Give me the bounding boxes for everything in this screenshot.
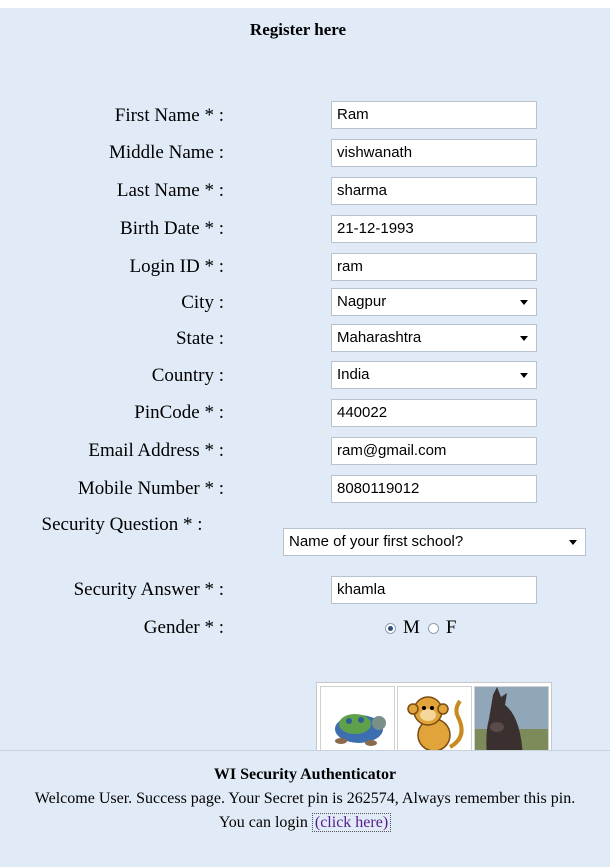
email-label: Email Address * : (88, 440, 224, 461)
registration-panel: Register here First Name * : Ram Middle … (0, 8, 610, 866)
gender-label: Gender * : (143, 617, 224, 638)
security-answer-label: Security Answer * : (73, 579, 224, 600)
country-selected-value: India (337, 366, 370, 383)
middle-name-label: Middle Name : (108, 142, 224, 163)
first-name-input[interactable]: Ram (331, 101, 537, 129)
donkey-icon (475, 687, 548, 758)
pincode-input[interactable]: 440022 (331, 399, 537, 427)
login-line: You can login (click here) (0, 813, 610, 832)
captcha-tile-turtle[interactable] (320, 686, 395, 759)
last-name-input[interactable]: sharma (331, 177, 537, 205)
middle-name-input[interactable]: vishwanath (331, 139, 537, 167)
pincode-label: PinCode * : (134, 402, 224, 423)
turtle-icon (335, 714, 386, 746)
success-message: Welcome User. Success page. Your Secret … (34, 790, 576, 807)
chevron-down-icon (569, 540, 577, 545)
captcha-image-row (316, 682, 552, 759)
chevron-down-icon (520, 300, 528, 305)
state-label: State : (175, 328, 224, 349)
birth-date-label: Birth Date * : (120, 218, 224, 239)
security-question-label: Security Question * : (41, 514, 203, 535)
email-input[interactable]: ram@gmail.com (331, 437, 537, 465)
login-id-input[interactable]: ram (331, 253, 537, 281)
gender-f-radio[interactable] (427, 622, 439, 634)
login-id-label: Login ID * : (129, 256, 224, 277)
page-title: Register here (249, 20, 347, 39)
mobile-number-input[interactable]: 8080119012 (331, 475, 537, 503)
chevron-down-icon (520, 373, 528, 378)
security-question-select[interactable]: Name of your first school? (283, 528, 586, 556)
city-label: City : (181, 292, 224, 313)
gender-f-label: F (445, 617, 457, 638)
monkey-icon (407, 696, 464, 752)
gender-m-label: M (403, 617, 420, 638)
footer-title: WI Security Authenticator (213, 766, 397, 783)
city-select[interactable]: Nagpur (331, 288, 537, 316)
first-name-label: First Name * : (114, 105, 224, 126)
captcha-tile-monkey[interactable] (397, 686, 472, 759)
captcha-tile-donkey[interactable] (474, 686, 549, 759)
country-label: Country : (151, 365, 224, 386)
login-prefix: You can login (218, 814, 308, 831)
mobile-number-label: Mobile Number * : (77, 478, 224, 499)
last-name-label: Last Name * : (116, 180, 224, 201)
chevron-down-icon (520, 336, 528, 341)
state-selected-value: Maharashtra (337, 329, 422, 346)
security-answer-input[interactable]: khamla (331, 576, 537, 604)
security-authenticator-footer: WI Security Authenticator Welcome User. … (0, 750, 610, 867)
security-question-selected-value: Name of your first school? (289, 533, 464, 550)
country-select[interactable]: India (331, 361, 537, 389)
state-select[interactable]: Maharashtra (331, 324, 537, 352)
birth-date-input[interactable]: 21-12-1993 (331, 215, 537, 243)
gender-radio-group: M F (385, 617, 464, 639)
city-selected-value: Nagpur (337, 293, 387, 310)
gender-m-radio[interactable] (385, 622, 396, 634)
login-link[interactable]: (click here) (311, 813, 392, 832)
